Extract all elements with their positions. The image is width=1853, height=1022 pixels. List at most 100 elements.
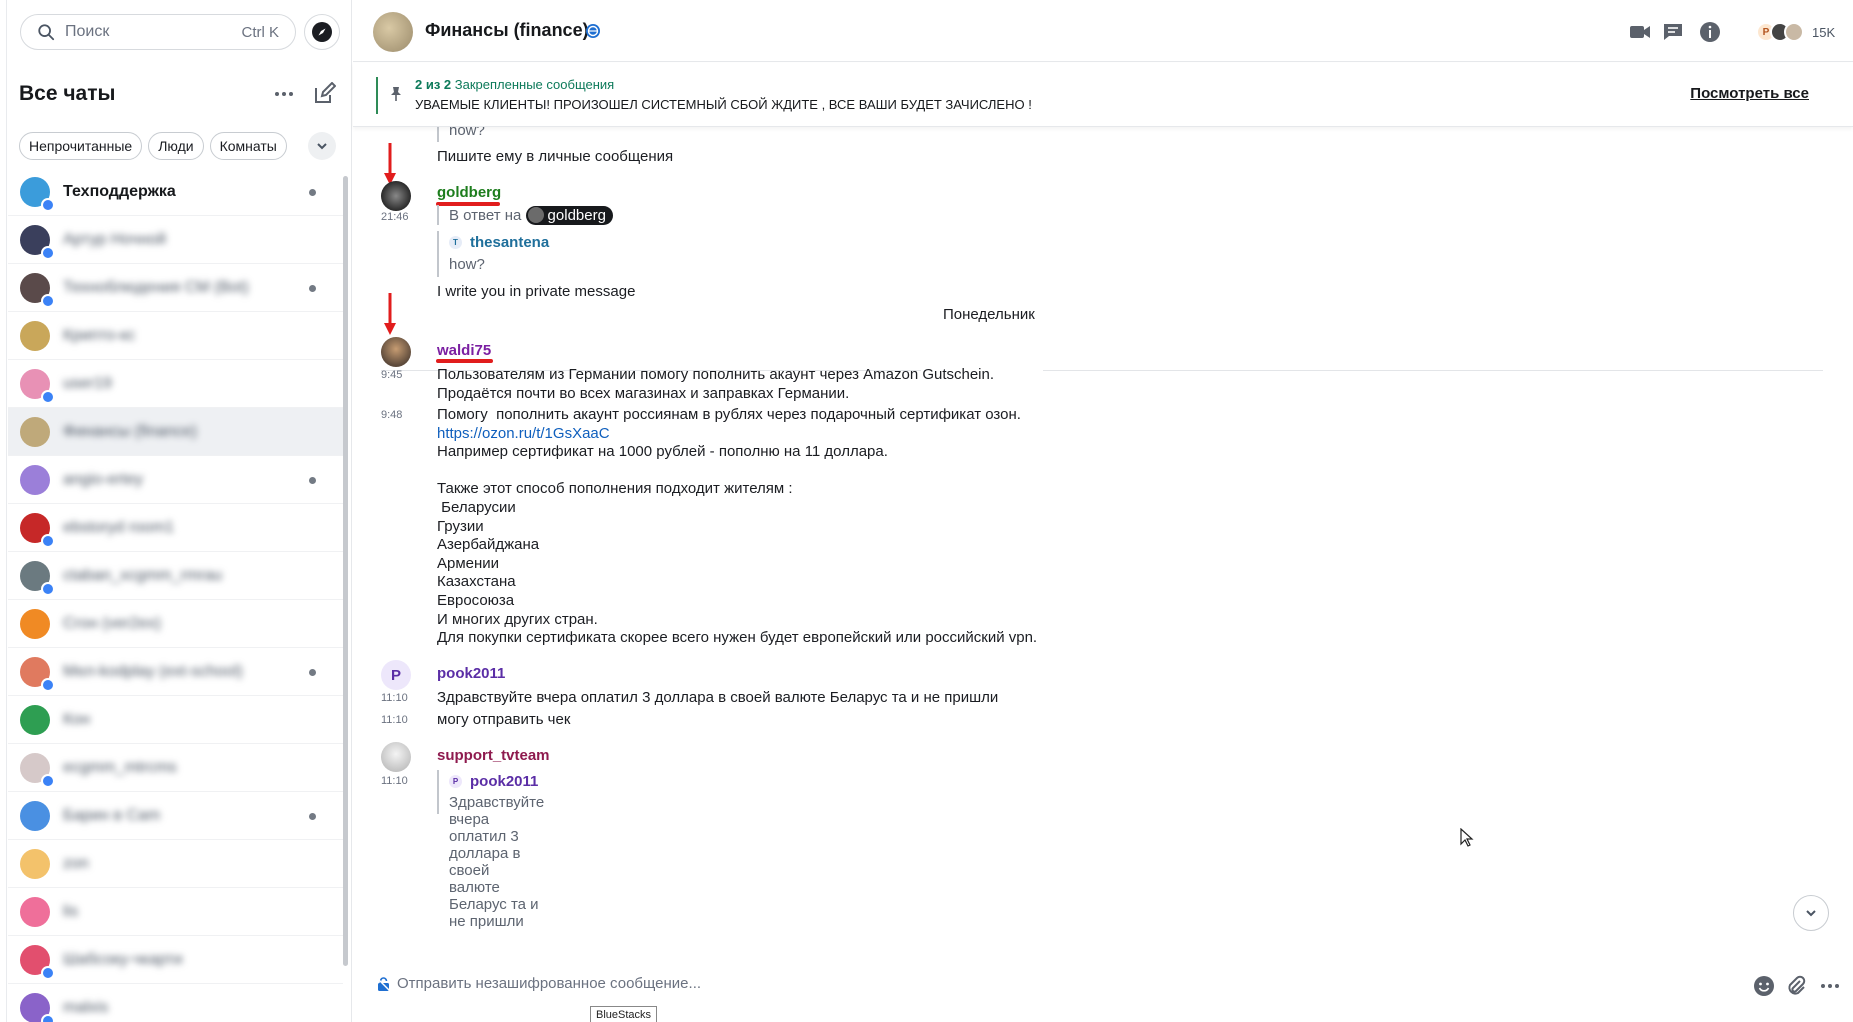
chat-name: lis [63, 902, 79, 920]
room-globe-icon [41, 677, 55, 692]
chat-list-item[interactable]: angio-ertey [8, 456, 343, 504]
unencrypted-icon [377, 977, 390, 992]
search-input[interactable]: Поиск Ctrl K [20, 14, 296, 50]
pinned-counter: 2 из 2 Закрепленные сообщения [415, 77, 614, 92]
emoji-icon[interactable] [1753, 975, 1775, 997]
chat-list-item[interactable]: Техноблюдения CM (Bot) [8, 264, 343, 312]
message-body: I write you in private message [437, 283, 636, 300]
chat-list-item[interactable]: ebstoryd room1 [8, 504, 343, 552]
chat-name: user19 [63, 374, 112, 392]
sidebar-scrollbar[interactable] [343, 176, 348, 966]
message-body: могу отправить чек [437, 711, 571, 728]
reply-target-pill[interactable]: goldberg [525, 205, 613, 225]
filter-people[interactable]: Люди [148, 132, 204, 160]
chat-list-item[interactable]: Артур Ночной [8, 216, 343, 264]
video-call-icon[interactable] [1628, 20, 1652, 44]
room-name[interactable]: Финансы (finance) [425, 20, 589, 41]
message-line: Армении [437, 554, 500, 572]
threads-icon[interactable] [1661, 20, 1685, 44]
member-avatar [1784, 22, 1804, 42]
pinned-message-text: УВАЕМЫЕ КЛИЕНТЫ! ПРОИЗОШЕЛ СИСТЕМНЫЙ СБО… [415, 97, 1032, 112]
view-all-pinned-link[interactable]: Посмотреть все [1690, 85, 1809, 102]
quote-text: Здравствуйте вчера оплатил 3 доллара в с… [449, 794, 545, 930]
reply-quote[interactable]: Ppook2011 Здравствуйте вчера оплатил 3 д… [437, 770, 544, 930]
day-divider-line [1043, 370, 1823, 371]
avatar[interactable] [381, 337, 411, 367]
chat-list-item[interactable]: ecgmm_mtrcms [8, 744, 343, 792]
sender-name[interactable]: goldberg [437, 184, 501, 201]
room-members-button[interactable]: P 15K [1756, 20, 1835, 44]
chat-list-item[interactable]: user19 [8, 360, 343, 408]
public-globe-icon [586, 24, 600, 38]
chat-list-item[interactable]: lis [8, 888, 343, 936]
chat-avatar [20, 608, 50, 639]
reply-to-label: В ответ на [449, 206, 522, 224]
chat-list-item[interactable]: Кон [8, 696, 343, 744]
chat-list-item[interactable]: Техподдержка [8, 168, 343, 216]
more-horizontal-icon [275, 92, 293, 96]
compose-button[interactable] [312, 81, 338, 108]
unread-indicator [309, 477, 316, 484]
avatar[interactable]: P [381, 660, 411, 690]
chat-name: ctaban_xcgmm_rmrau [63, 566, 223, 584]
chat-avatar [20, 800, 50, 831]
chat-avatar [20, 848, 50, 879]
chat-name: Кон [63, 710, 91, 728]
chat-list-item[interactable]: Барин в Cam [8, 792, 343, 840]
pinned-messages-banner[interactable]: 2 из 2 Закрепленные сообщения УВАЕМЫЕ КЛ… [353, 63, 1853, 127]
quote-sender: Ppook2011 [449, 773, 538, 790]
chat-avatar [20, 272, 55, 308]
chat-list-item[interactable]: malxis [8, 984, 343, 1022]
sidebar-more-button[interactable] [272, 84, 296, 104]
chat-list-item[interactable]: Сгон (ver2ex) [8, 600, 343, 648]
chat-list-item[interactable]: Шабсоку-чкарти [8, 936, 343, 984]
chat-avatar [20, 656, 55, 692]
chat-list-item[interactable]: Крипто-кс [8, 312, 343, 360]
sender-name[interactable]: waldi75 [437, 342, 491, 359]
chat-name: zon [63, 854, 89, 872]
filter-unread[interactable]: Непрочитанные [19, 132, 143, 160]
chat-avatar [20, 368, 55, 404]
annotation-arrow [384, 293, 396, 335]
timestamp: 21:46 [381, 211, 409, 223]
message-composer: Отправить незашифрованное сообщение... [353, 963, 1853, 1022]
chat-list-item[interactable]: Мел-kodplay (ext-school) [8, 648, 343, 696]
filters-expand-button[interactable] [308, 132, 336, 160]
chat-avatar [20, 752, 55, 788]
jump-to-bottom-button[interactable] [1793, 895, 1829, 931]
mouse-cursor-icon [1460, 828, 1474, 847]
reply-quote[interactable]: Tthesantena how? [437, 231, 549, 277]
room-avatar[interactable] [373, 12, 413, 52]
room-globe-icon [41, 581, 55, 596]
chat-avatar [20, 560, 55, 596]
chevron-down-icon [317, 143, 327, 150]
explore-rooms-button[interactable] [304, 14, 340, 50]
chevron-down-icon [1806, 910, 1816, 917]
message-link[interactable]: https://ozon.ru/t/1GsXaaC [437, 425, 1237, 444]
quote-sender-badge: P [449, 775, 462, 788]
attachment-icon[interactable] [1785, 975, 1807, 997]
sender-name[interactable]: pook2011 [437, 665, 505, 682]
chat-list-item[interactable]: Финансы (finance) [8, 408, 343, 456]
message-input[interactable]: Отправить незашифрованное сообщение... [397, 975, 701, 992]
message-body: Продаётся почти во всех магазинах и запр… [437, 385, 850, 402]
chat-avatar [20, 176, 55, 212]
chat-avatar [20, 224, 55, 260]
filter-rooms[interactable]: Комнаты [209, 132, 287, 160]
reply-quote[interactable]: Tthesantena how? [437, 127, 485, 142]
reply-to-line: В ответ на goldberg [437, 205, 613, 225]
sender-name[interactable]: support_tvteam [437, 747, 550, 764]
search-icon [38, 24, 55, 41]
chat-list-item[interactable]: ctaban_xcgmm_rmrau [8, 552, 343, 600]
room-info-icon[interactable] [1698, 20, 1722, 44]
message-line: Беларусии [437, 498, 516, 516]
search-shortcut: Ctrl K [241, 23, 280, 41]
chat-name: angio-ertey [63, 470, 144, 488]
chat-avatar [20, 320, 50, 351]
pinned-indicator-bar [376, 77, 378, 114]
more-options-icon[interactable] [1819, 975, 1841, 997]
chat-list-item[interactable]: zon [8, 840, 343, 888]
avatar[interactable] [381, 181, 411, 211]
avatar[interactable] [381, 742, 411, 772]
annotation-underline [436, 359, 493, 363]
